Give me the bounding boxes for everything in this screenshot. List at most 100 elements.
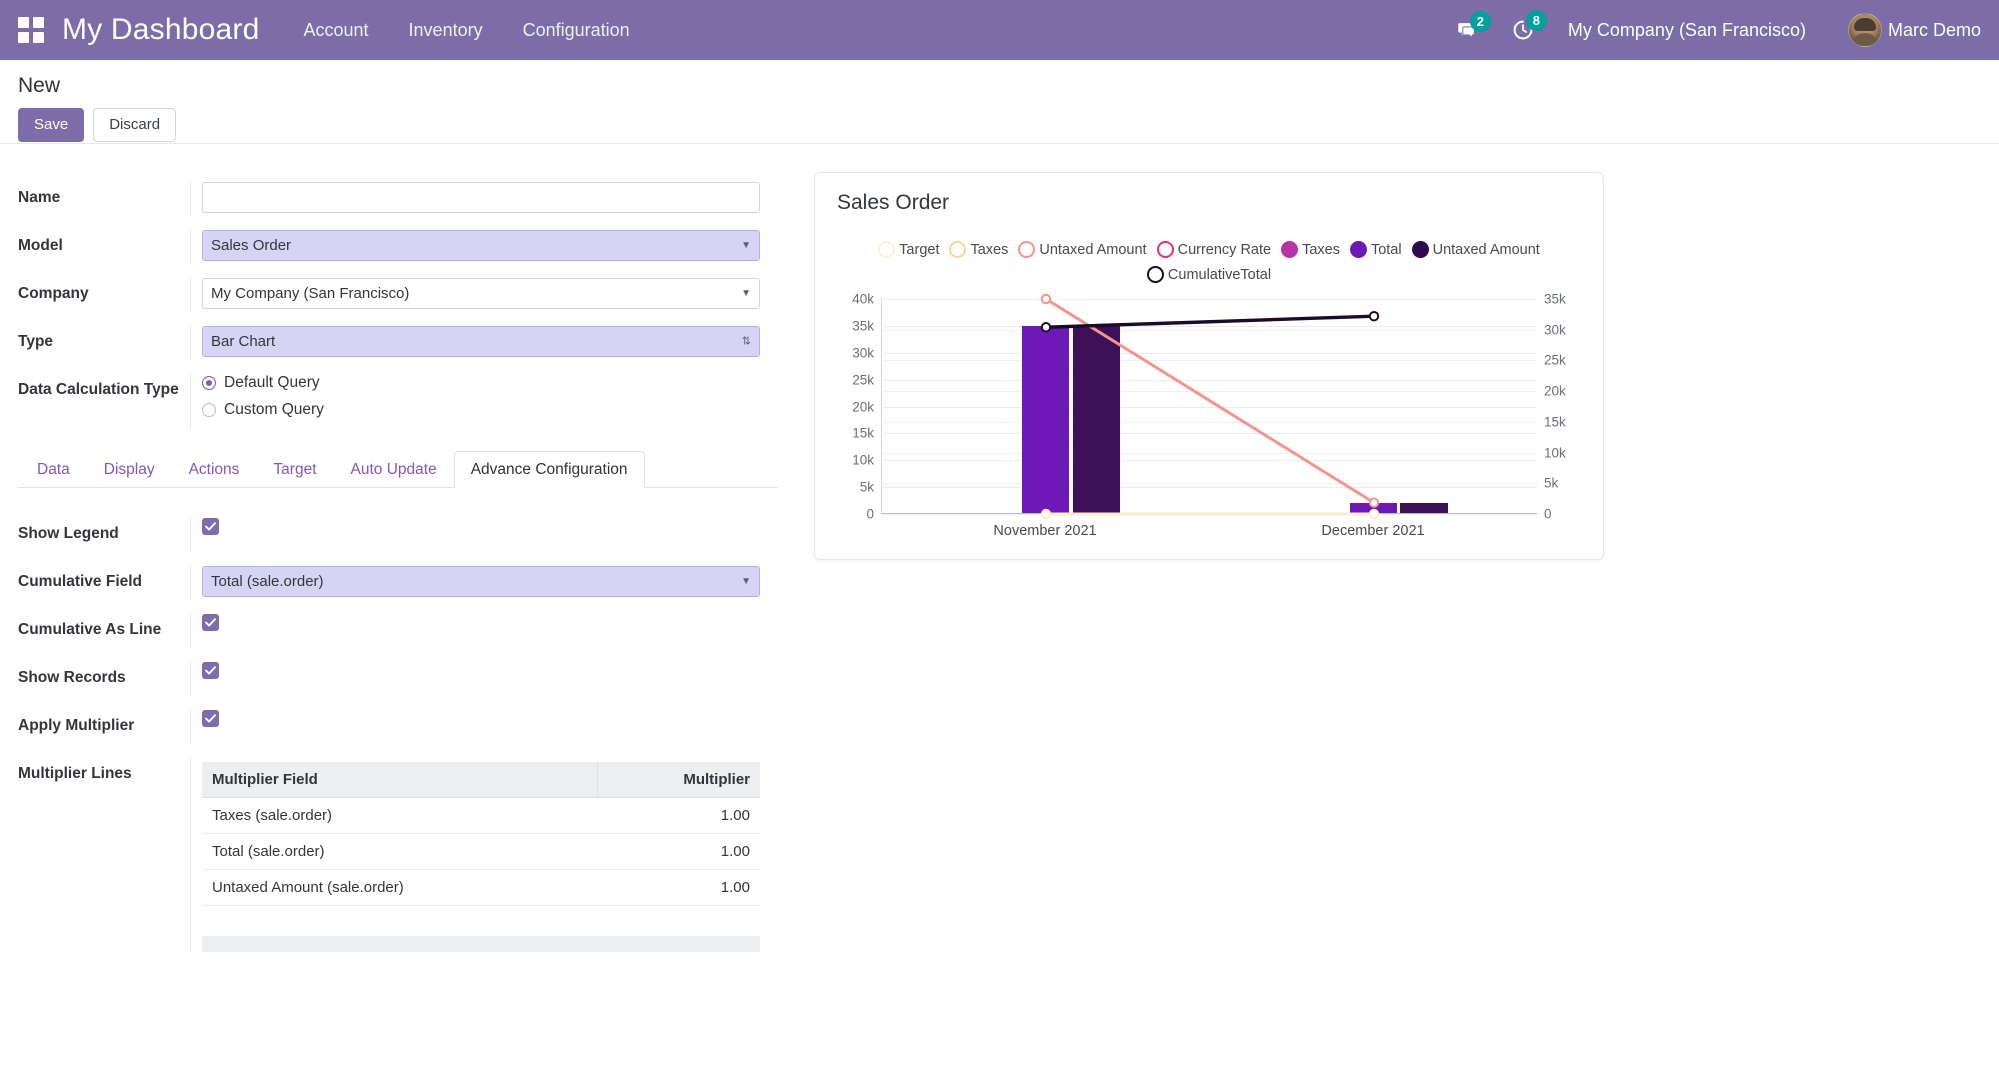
field-cumulative-as-line: Cumulative As Line [18,614,778,646]
check-icon [205,714,216,723]
cell-multiplier-field: Total (sale.order) [202,833,598,870]
nav-item-configuration[interactable]: Configuration [523,20,630,41]
y2-axis-tick-label: 25k [1544,352,1566,368]
y-axis-tick-label: 35k [852,318,874,334]
y-axis-tick-label: 40k [852,291,874,307]
apply-multiplier-checkbox[interactable] [202,710,219,728]
field-data-calculation-type: Data Calculation Type Default Query Cust… [18,374,790,428]
company-input[interactable] [202,278,760,309]
field-company: Company ▼ [18,278,790,310]
multiplier-lines-table-wrap: Multiplier Field Multiplier Taxes (sale.… [202,762,760,952]
cell-multiplier: 1.00 [597,797,760,834]
cumulative-as-line-checkbox[interactable] [202,614,219,632]
column-header-multiplier[interactable]: Multiplier [596,762,760,798]
line-data-point[interactable] [1040,508,1052,520]
legend-item[interactable]: CumulativeTotal [1146,266,1272,283]
cumulative-field-input[interactable] [202,566,760,597]
field-label-type: Type [18,333,54,350]
radio-on-icon [202,376,216,390]
tab-bar: Data Display Actions Target Auto Update … [18,450,778,488]
top-navbar: My Dashboard Account Inventory Configura… [0,0,1999,60]
field-label-show-legend: Show Legend [18,525,119,542]
tab-display[interactable]: Display [87,451,172,488]
cell-multiplier: 1.00 [597,869,760,906]
y2-axis-tick-label: 0 [1544,506,1552,522]
name-input[interactable] [202,182,760,213]
show-legend-checkbox[interactable] [202,518,219,536]
multiplier-lines-table: Multiplier Field Multiplier Taxes (sale.… [202,762,760,906]
y2-axis-tick-label: 5k [1544,475,1559,491]
table-row[interactable]: Total (sale.order) 1.00 [202,833,760,870]
table-header-row: Multiplier Field Multiplier [202,762,760,798]
plot-canvas [881,293,1537,520]
y-axis-right: 0 5k 10k 15k 20k 25k 30k 35k [1537,292,1583,522]
horizontal-scrollbar[interactable] [202,936,760,952]
activities-button[interactable]: 8 [1512,10,1547,41]
user-menu[interactable]: Marc Demo [1847,13,1981,47]
apps-grid-icon[interactable] [18,17,44,43]
field-label-model: Model [18,237,63,254]
activities-badge: 8 [1525,10,1547,31]
x-axis-tick-label: November 2021 [993,523,1097,539]
legend-item[interactable]: Total [1349,241,1402,258]
legend-swatch-icon [1018,241,1036,258]
field-model: Model ▼ [18,230,790,262]
page-title: New [18,74,61,97]
tab-advance-configuration[interactable]: Advance Configuration [453,451,645,488]
discard-button[interactable]: Discard [93,108,177,142]
type-input[interactable] [202,326,760,357]
tab-target[interactable]: Target [256,451,333,488]
type-select-wrap: ⇅ [202,326,760,357]
line-data-point[interactable] [1368,311,1380,322]
model-input[interactable] [202,230,760,261]
model-select-wrap: ▼ [202,230,760,261]
line-data-point[interactable] [1368,508,1380,520]
form-column: Name Model ▼ Company ▼ [0,144,790,1079]
chart-legend: Target Taxes Untaxed Amount Currency Rate Ta… [835,241,1583,283]
tab-actions[interactable]: Actions [172,451,257,488]
legend-swatch-icon [1281,241,1299,258]
show-records-checkbox[interactable] [202,662,219,680]
y-axis-tick-label: 10k [852,452,874,468]
legend-item[interactable]: Taxes [1281,241,1340,258]
save-button[interactable]: Save [18,108,85,142]
legend-item[interactable]: Currency Rate [1156,241,1272,258]
radio-default-query[interactable]: Default Query [202,374,790,392]
legend-label: Total [1370,241,1402,258]
tab-auto-update[interactable]: Auto Update [334,451,454,488]
line-series [1045,297,1375,504]
nav-item-inventory[interactable]: Inventory [409,20,483,41]
column-header-multiplier-field[interactable]: Multiplier Field [202,762,598,798]
messages-badge: 2 [1469,11,1491,32]
legend-swatch-icon [1349,241,1367,258]
check-icon [205,618,216,627]
company-switcher[interactable]: My Company (San Francisco) [1568,20,1806,41]
table-row[interactable]: Untaxed Amount (sale.order) 1.00 [202,869,760,906]
field-label-cumulative-field: Cumulative Field [18,573,143,590]
check-icon [205,522,216,531]
legend-label: CumulativeTotal [1167,266,1272,283]
brand-title[interactable]: My Dashboard [62,13,260,47]
line-data-point[interactable] [1368,497,1380,508]
legend-item[interactable]: Target [878,241,939,258]
nav-item-account[interactable]: Account [304,20,369,41]
legend-label: Taxes [1302,241,1340,258]
table-row[interactable]: Taxes (sale.order) 1.00 [202,797,760,834]
chart-card: Sales Order Target Taxes Untaxed Amount Cur… [814,172,1604,560]
line-data-point[interactable] [1040,293,1052,305]
form-sheet: Name Model ▼ Company ▼ [0,144,1999,1079]
legend-item[interactable]: Untaxed Amount [1018,241,1147,258]
control-panel: New Save Discard [0,60,1999,144]
chart-column: Sales Order Target Taxes Untaxed Amount Cur… [790,144,1999,1079]
tab-data[interactable]: Data [20,451,87,488]
chart-plot-area: 0 5k 10k 15k 20k 25k 30k 35k 40k 0 5k 10k 15k 20k 25k… [835,292,1583,522]
tab-panel-advance-configuration: Show Legend Cumulative Field ▼ [18,488,778,952]
radio-custom-query[interactable]: Custom Query [202,401,790,419]
y2-axis-tick-label: 20k [1544,383,1566,399]
legend-label: Currency Rate [1177,241,1272,258]
y2-axis-tick-label: 10k [1544,445,1566,461]
legend-item[interactable]: Untaxed Amount [1411,241,1540,258]
line-data-point[interactable] [1040,322,1052,333]
legend-item[interactable]: Taxes [949,241,1008,258]
messages-button[interactable]: 2 [1456,11,1491,40]
